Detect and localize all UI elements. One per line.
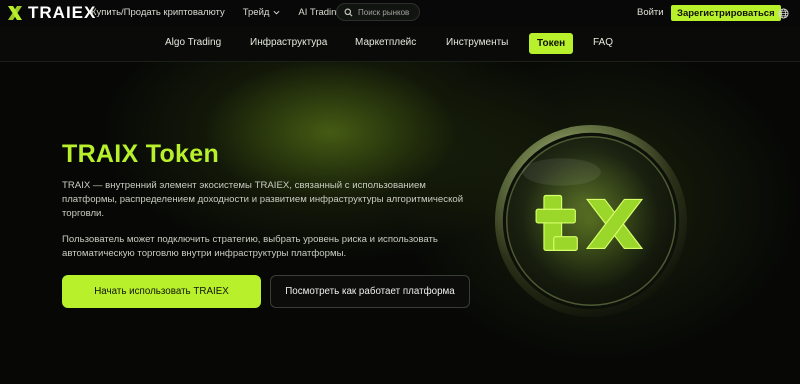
nav-item-trade[interactable]: Трейд [243, 7, 281, 18]
chevron-down-icon [273, 10, 280, 15]
hero-description-secondary: Пользователь может подключить стратегию,… [62, 234, 438, 259]
tab-tools[interactable]: Инструменты [446, 37, 508, 48]
traiex-x-logo-icon [8, 6, 22, 20]
globe-icon[interactable] [778, 8, 789, 19]
tab-marketplace[interactable]: Маркетплейс [355, 37, 416, 48]
search-icon [344, 8, 353, 16]
start-using-button[interactable]: Начать использовать TRAIEX [62, 275, 261, 308]
hero-section: TRAIX Token TRAIX — внутренний элемент э… [0, 62, 800, 384]
register-button[interactable]: Зарегистрироваться [671, 5, 781, 21]
brand-name: TRAIEX [28, 3, 97, 22]
tab-algo-trading[interactable]: Algo Trading [165, 37, 221, 48]
brand-logo[interactable]: TRAIEX [6, 3, 96, 23]
section-subnav: Algo Trading Инфраструктура Маркетплейс … [0, 26, 800, 62]
tab-faq[interactable]: FAQ [593, 37, 613, 48]
hero-description: TRAIX — внутренний элемент экосистемы TR… [62, 180, 464, 219]
search-input[interactable] [358, 7, 418, 17]
tab-token[interactable]: Токен [529, 33, 574, 54]
page-title: TRAIX Token [62, 140, 220, 168]
top-navigation-bar: TRAIEX Купить/Продать криптовалюту Трейд… [0, 0, 800, 26]
nav-item-buy-sell-crypto[interactable]: Купить/Продать криптовалюту [91, 7, 225, 18]
traix-coin-icon [494, 124, 688, 318]
nav-item-label: Трейд [242, 7, 270, 18]
login-link[interactable]: Войти [637, 7, 664, 18]
nav-item-label: Купить/Продать криптовалюту [91, 7, 225, 18]
tab-infrastructure[interactable]: Инфраструктура [250, 37, 327, 48]
top-nav-menu: Купить/Продать криптовалюту Трейд AI Tra… [91, 7, 360, 18]
market-search[interactable] [336, 3, 420, 21]
how-it-works-button[interactable]: Посмотреть как работает платформа [270, 275, 470, 308]
